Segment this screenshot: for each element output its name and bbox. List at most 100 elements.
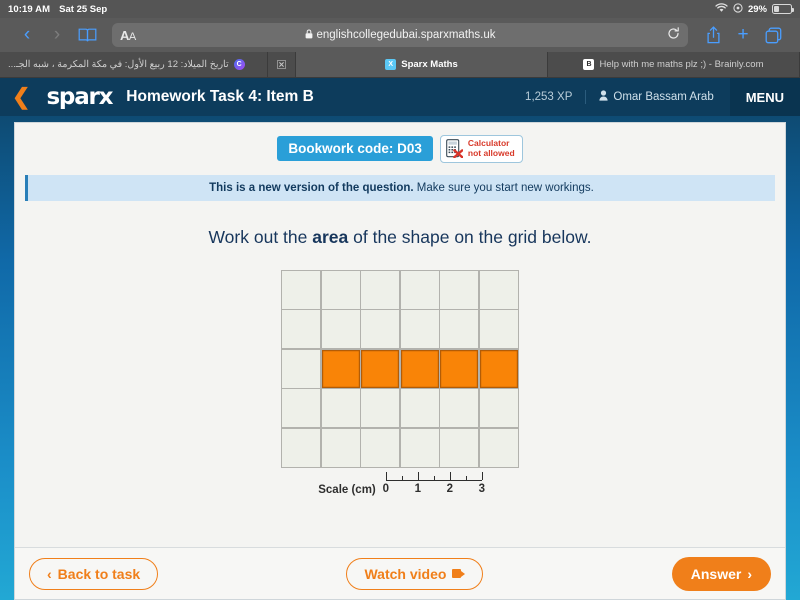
grid-cell: [479, 310, 518, 349]
ruler: 0 1 2 3: [382, 471, 485, 499]
bookwork-code-badge: Bookwork code: D03: [277, 136, 433, 162]
reload-icon[interactable]: [667, 27, 680, 43]
question-card: Bookwork code: D03 Calculator not allowe…: [14, 122, 786, 600]
lock-icon: [305, 29, 313, 41]
browser-tab-sparx[interactable]: X Sparx Maths: [296, 52, 548, 77]
ruler-tick-major: [385, 471, 388, 480]
back-chevron-glyph: ‹: [47, 565, 52, 582]
ruler-tick-minor: [401, 475, 404, 480]
calculator-not-allowed-badge: Calculator not allowed: [439, 135, 523, 163]
back-to-task-button[interactable]: ‹ Back to task: [29, 557, 159, 590]
grid-cell: [282, 310, 321, 349]
ruler-tick-minor: [433, 475, 436, 480]
browser-toolbar: ‹ › AA englishcollegedubai.sparxmaths.uk…: [0, 18, 800, 52]
sparx-favicon: X: [385, 59, 397, 70]
xp-counter: 1,253 XP: [525, 91, 573, 103]
ruler-number: 0: [382, 483, 389, 496]
ruler-number: 3: [478, 483, 485, 496]
watch-video-button[interactable]: Watch video: [346, 557, 484, 590]
grid-cell: [282, 349, 321, 388]
code-row: Bookwork code: D03 Calculator not allowe…: [15, 123, 785, 171]
answer-label: Answer: [690, 565, 742, 582]
question-bold: area: [312, 226, 349, 247]
calculator-line-2: not allowed: [467, 147, 515, 158]
plus-icon[interactable]: +: [728, 20, 758, 50]
page-title: Homework Task 4: Item B: [126, 88, 314, 105]
browser-tab-arabic[interactable]: C تاريخ الميلاد: 12 ربيع الأول: في مكة ا…: [0, 52, 268, 77]
brainly-favicon: B: [583, 59, 595, 70]
grid-cell: [400, 310, 439, 349]
question-post: of the shape on the grid below.: [348, 226, 592, 247]
app-body: Bookwork code: D03 Calculator not allowe…: [0, 116, 800, 600]
grid-cell: [282, 389, 321, 428]
tab-strip: C تاريخ الميلاد: 12 ربيع الأول: في مكة ا…: [0, 52, 800, 78]
video-camera-icon: [452, 569, 466, 578]
grid-cell: [321, 270, 360, 309]
grid-cell-filled: [361, 349, 400, 388]
ruler-number: 1: [414, 483, 421, 496]
grid-cell: [282, 428, 321, 467]
grid-cell-filled: [479, 349, 518, 388]
tabs-icon[interactable]: [758, 20, 788, 50]
answer-chevron-glyph: ›: [747, 565, 752, 582]
url-text: englishcollegedubai.sparxmaths.uk: [316, 29, 496, 41]
book-icon[interactable]: [72, 20, 102, 50]
grid-cell: [400, 428, 439, 467]
grid-cell: [440, 270, 479, 309]
calculator-icon: [446, 139, 463, 159]
figure-area: Scale (cm) 0 1 2 3: [15, 248, 785, 547]
back-arrow-icon[interactable]: ❮: [12, 84, 30, 110]
grid-cell: [440, 310, 479, 349]
grid-cell: [321, 389, 360, 428]
question-text: Work out the area of the shape on the gr…: [15, 201, 785, 248]
ruler-tick-major: [481, 471, 484, 480]
new-version-notice: This is a new version of the question. M…: [25, 174, 775, 201]
user-name: Omar Bassam Arab: [613, 91, 714, 103]
grid-cell-filled: [440, 349, 479, 388]
app-header: ❮ sparx Homework Task 4: Item B 1,253 XP…: [0, 78, 800, 116]
grid-cell: [479, 389, 518, 428]
status-time: 10:19 AM: [8, 3, 51, 15]
notice-rest-text: Make sure you start new workings.: [413, 181, 594, 194]
battery-percent: 29%: [747, 3, 767, 15]
notice-bold-text: This is a new version of the question.: [209, 181, 414, 194]
grid-cell: [479, 270, 518, 309]
address-bar[interactable]: AA englishcollegedubai.sparxmaths.uk: [112, 23, 688, 47]
calculator-line-1: Calculator: [467, 138, 510, 148]
ruler-number: 2: [446, 483, 453, 496]
wifi-icon: [715, 2, 728, 16]
grid-cell: [321, 310, 360, 349]
ruler-tick-major: [417, 471, 420, 480]
grid-cell: [361, 389, 400, 428]
grid-cell: [361, 270, 400, 309]
grid-cell: [440, 389, 479, 428]
browser-tab-brainly[interactable]: B Help with me maths plz ;) - Brainly.co…: [548, 52, 800, 77]
share-icon[interactable]: [698, 20, 728, 50]
watch-video-label: Watch video: [364, 565, 447, 582]
tab-title: Help with me maths plz ;) - Brainly.com: [599, 59, 764, 70]
shape-grid: [281, 269, 519, 468]
user-menu[interactable]: Omar Bassam Arab: [585, 90, 729, 104]
c-favicon: C: [233, 59, 245, 70]
back-chevron-icon[interactable]: ‹: [12, 20, 42, 50]
forward-chevron-icon[interactable]: ›: [42, 20, 72, 50]
grid-cell: [400, 270, 439, 309]
menu-button[interactable]: MENU: [729, 78, 800, 116]
sparx-logo: sparx: [46, 84, 113, 110]
tab-title: Sparx Maths: [401, 59, 458, 70]
grid-cell-filled: [400, 349, 439, 388]
person-icon: [599, 90, 608, 104]
status-date: Sat 25 Sep: [59, 3, 108, 15]
grid-cell: [361, 310, 400, 349]
grid-cell-filled: [321, 349, 360, 388]
grid-cell: [282, 270, 321, 309]
scale-label: Scale (cm): [318, 483, 376, 496]
grid-cell: [440, 428, 479, 467]
answer-button[interactable]: Answer ›: [671, 556, 771, 591]
ruler-numbers: 0 1 2 3: [382, 483, 485, 498]
grid-cell: [479, 428, 518, 467]
close-icon[interactable]: [268, 52, 296, 77]
text-size-button[interactable]: AA: [120, 28, 136, 43]
question-pre: Work out the: [208, 226, 313, 247]
location-icon: [733, 2, 743, 16]
